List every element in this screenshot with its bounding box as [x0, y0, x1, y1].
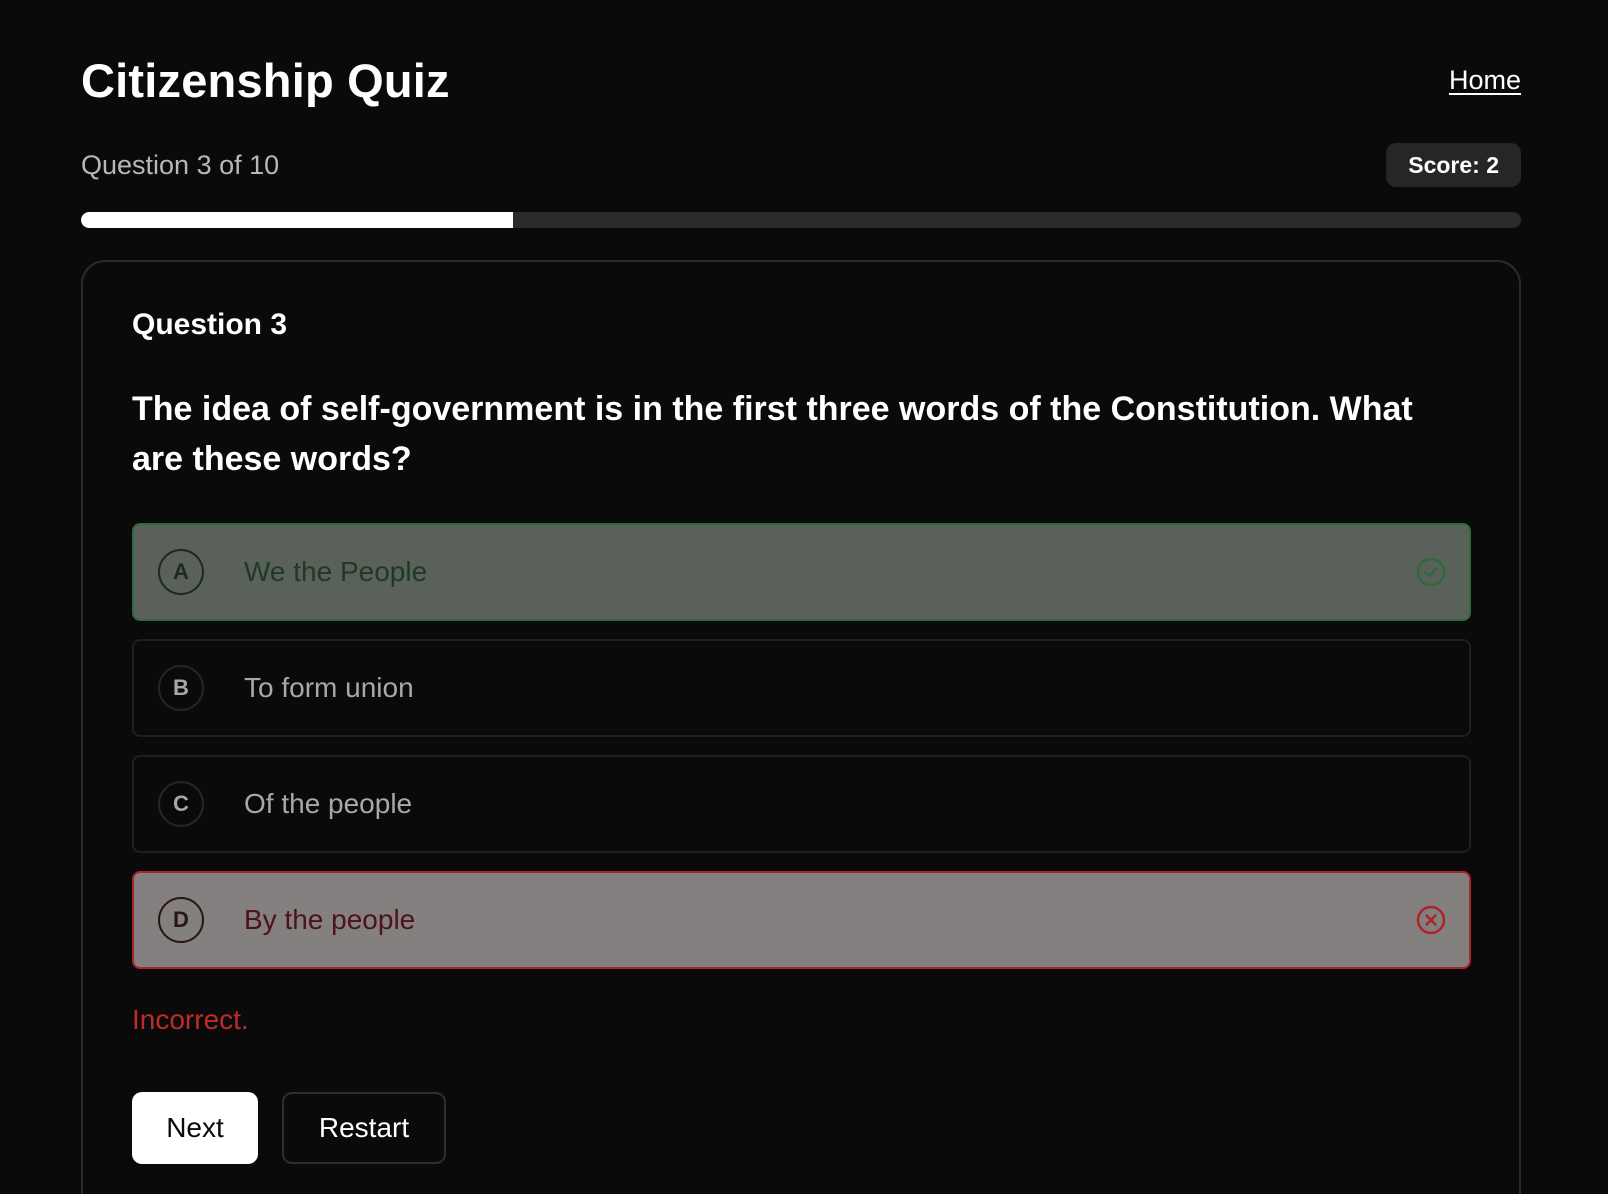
- quiz-page: Citizenship Quiz Home Question 3 of 10 S…: [0, 0, 1608, 1194]
- question-card: Question 3 The idea of self-government i…: [81, 260, 1521, 1194]
- check-circle-icon: [1416, 557, 1446, 587]
- quiz-meta-row: Question 3 of 10 Score: 2: [81, 143, 1521, 187]
- restart-button[interactable]: Restart: [282, 1092, 446, 1164]
- question-heading: Question 3: [132, 308, 288, 341]
- answer-feedback: Incorrect.: [132, 1004, 249, 1035]
- option-letter: C: [158, 781, 204, 827]
- answer-option-c[interactable]: C Of the people: [132, 755, 1471, 853]
- answer-option-b[interactable]: B To form union: [132, 639, 1471, 737]
- option-text: By the people: [244, 904, 416, 935]
- option-text: To form union: [244, 672, 414, 703]
- option-text: We the People: [244, 556, 428, 587]
- app-title: Citizenship Quiz: [81, 53, 450, 107]
- question-progress-label: Question 3 of 10: [81, 149, 280, 180]
- next-button[interactable]: Next: [132, 1092, 258, 1164]
- option-letter: B: [158, 665, 204, 711]
- header: Citizenship Quiz Home: [81, 50, 1521, 110]
- option-letter: A: [158, 549, 204, 595]
- quiz-actions: Next Restart: [132, 1092, 446, 1164]
- progress-bar: [81, 212, 1521, 228]
- progress-bar-fill: [81, 212, 513, 228]
- home-link[interactable]: Home: [1449, 65, 1521, 96]
- option-text: Of the people: [244, 788, 413, 819]
- option-letter: D: [158, 897, 204, 943]
- x-circle-icon: [1416, 905, 1446, 935]
- answer-option-a[interactable]: A We the People: [132, 523, 1471, 621]
- answer-option-d[interactable]: D By the people: [132, 871, 1471, 969]
- score-badge: Score: 2: [1386, 143, 1521, 187]
- answer-options: A We the People B To form union C Of the…: [132, 523, 1471, 987]
- question-text: The idea of self-government is in the fi…: [132, 390, 1413, 478]
